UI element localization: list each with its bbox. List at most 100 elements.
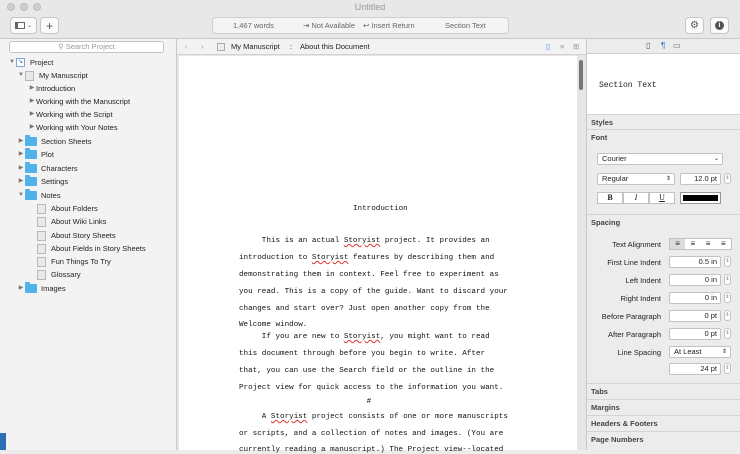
sidebar-item-about-wiki-links[interactable]: About Wiki Links [37,215,106,228]
font-size-stepper[interactable]: ⇕ [724,173,731,184]
document-line: currently reading a manuscript.) The Pro… [239,446,504,454]
left-indent-label: Left Indent [625,276,661,285]
add-button[interactable]: + [40,17,59,34]
folder-icon [25,148,37,159]
corkboard-view-icon[interactable]: ⊞ [573,42,579,51]
sidebar-item-settings[interactable]: ▶ Settings [17,175,68,188]
right-indent-label: Right Indent [620,294,661,303]
disclosure-closed-icon: ▶ [29,111,35,117]
align-justify-icon[interactable]: ≡ [716,239,731,249]
misspelled-word[interactable]: Storyist [344,237,380,245]
info-button[interactable]: i [710,17,729,34]
misspelled-word[interactable]: Storyist [271,413,307,421]
page-numbers-header[interactable]: Page Numbers [587,431,740,446]
font-size-field[interactable]: 12.0 pt [680,173,721,185]
search-input[interactable]: ⚲ Search Project [9,41,164,53]
first-line-indent-label: First Line Indent [607,258,661,267]
line-spacing-select[interactable]: At Least ⇕ [669,346,731,358]
sidebar-item-images[interactable]: ▶ Images [17,282,66,295]
back-arrow-icon[interactable]: ‹ [185,42,188,51]
sidebar-item-section-sheets[interactable]: ▶ Section Sheets [17,135,91,148]
word-count: 1,467 words [233,21,274,30]
document-line: A Storyist project consists of one or mo… [239,413,508,421]
styles-header[interactable]: Styles [587,114,740,129]
note-icon [37,256,46,267]
right-indent-stepper[interactable]: ⇕ [724,292,731,303]
alignment-control: ≡ ≡ ≡ ≡ [669,238,732,250]
line-spacing-stepper[interactable]: ⇕ [724,363,731,374]
sidebar-item-introduction[interactable]: ▶ Introduction [28,82,76,95]
text-alignment-label: Text Alignment [612,240,661,249]
line-spacing-value-field[interactable]: 24 pt [669,363,721,375]
spacing-header[interactable]: Spacing [587,214,740,229]
tab-comment-icon[interactable]: ▭ [673,41,681,50]
disclosure-closed-icon: ▶ [18,285,24,291]
tab-paragraph-icon[interactable]: ¶ [661,41,665,50]
after-paragraph-field[interactable]: 0 pt [669,328,721,340]
outline-view-icon[interactable]: ≡ [560,42,564,51]
project-sidebar: ⚲ Search Project ▼ ↘ Project ▼ My Manuscrip… [0,39,177,450]
font-family-select[interactable]: Courier ⌄ [597,153,723,165]
font-style-select[interactable]: Regular ⇕ [597,173,675,185]
first-line-indent-stepper[interactable]: ⇕ [724,256,731,267]
color-swatch [683,195,718,201]
margins-header[interactable]: Margins [587,399,740,414]
sidebar-item-fun-things[interactable]: Fun Things To Try [37,255,111,268]
updown-icon: ⇕ [665,176,671,182]
folder-icon [25,162,37,173]
status-box: 1,467 words ⇥ Not Available ↩ Insert Ret… [212,17,509,34]
sidebar-item-working-notes[interactable]: ▶ Working with Your Notes [28,121,118,134]
misspelled-word[interactable]: Storyist [344,333,380,341]
settings-button[interactable]: ⚙ [685,17,704,34]
align-center-icon[interactable]: ≡ [685,239,700,249]
sidebar-item-glossary[interactable]: Glossary [37,268,81,281]
sidebar-item-about-story-sheets[interactable]: About Story Sheets [37,229,116,242]
editor-scrollbar[interactable] [579,60,583,90]
sidebar-item-my-manuscript[interactable]: ▼ My Manuscript [17,69,88,82]
forward-arrow-icon[interactable]: › [201,42,204,51]
page-view-icon[interactable]: ▯ [546,42,550,51]
sidebar-item-project[interactable]: ▼ ↘ Project [8,56,53,69]
return-key-status: ↩ Insert Return [363,21,415,30]
sidebar-item-working-script[interactable]: ▶ Working with the Script [28,108,113,121]
manuscript-icon [217,43,225,51]
text-color-well[interactable] [680,192,721,204]
note-icon [37,269,46,280]
align-right-icon[interactable]: ≡ [701,239,716,249]
first-line-indent-field[interactable]: 0.5 in [669,256,721,268]
misspelled-word[interactable]: Storyist [312,254,348,262]
chevron-down-icon: ⌄ [713,156,719,162]
inspector-panel: ▯ ¶ ▭ Section Text Styles Font Courier ⌄ … [586,39,740,450]
bold-button[interactable]: B [597,192,623,204]
document-line: # [239,398,372,406]
tab-key-status: ⇥ Not Available [303,21,356,30]
breadcrumb-manuscript[interactable]: My Manuscript [231,42,280,51]
before-paragraph-stepper[interactable]: ⇕ [724,310,731,321]
right-indent-field[interactable]: 0 in [669,292,721,304]
underline-button[interactable]: U [649,192,675,204]
sidebar-item-characters[interactable]: ▶ Characters [17,162,78,175]
tab-document-icon[interactable]: ▯ [646,41,650,50]
sidebar-item-about-fields[interactable]: About Fields in Story Sheets [37,242,146,255]
headers-footers-header[interactable]: Headers & Footers [587,415,740,430]
before-paragraph-field[interactable]: 0 pt [669,310,721,322]
italic-button[interactable]: I [623,192,649,204]
folder-icon [25,175,37,186]
inspector-tabs: ▯ ¶ ▭ [587,39,740,54]
before-paragraph-label: Before Paragraph [601,312,661,321]
sidebar-item-plot[interactable]: ▶ Plot [17,148,54,161]
gear-icon: ⚙ [690,20,699,31]
sidebar-item-about-folders[interactable]: About Folders [37,202,98,215]
left-indent-field[interactable]: 0 in [669,274,721,286]
tabs-header[interactable]: Tabs [587,383,740,398]
font-format-buttons: B I U [597,192,675,204]
sidebar-item-notes[interactable]: ▼ Notes [17,189,61,202]
breadcrumb-section[interactable]: About this Document [300,42,370,51]
view-menu-button[interactable]: ⌄ [10,17,37,34]
font-header[interactable]: Font [587,129,740,144]
after-paragraph-stepper[interactable]: ⇕ [724,328,731,339]
document-line: This is an actual Storyist project. It p… [239,237,490,245]
align-left-icon[interactable]: ≡ [670,239,686,249]
left-indent-stepper[interactable]: ⇕ [724,274,731,285]
sidebar-item-working-manuscript[interactable]: ▶ Working with the Manuscript [28,95,130,108]
